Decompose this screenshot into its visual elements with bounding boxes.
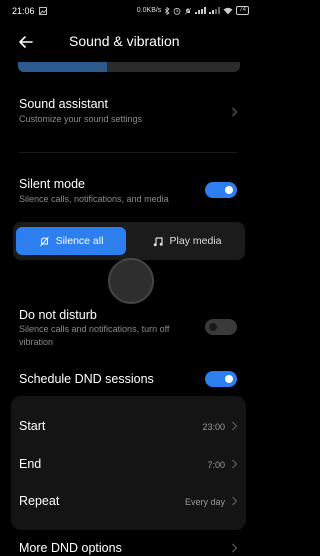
dnd-toggle[interactable] [205,319,237,335]
dnd-subtitle: Silence calls and notifications, turn of… [19,324,170,347]
silence-all-label: Silence all [55,235,104,247]
page-title: Sound & vibration [69,33,180,49]
silence-all-button[interactable]: Silence all [16,227,126,255]
silent-mode-title: Silent mode [19,177,86,191]
start-value: 23:00 [202,422,225,432]
chevron-right-icon [232,496,238,506]
music-note-icon [153,236,163,246]
divider [19,152,237,153]
repeat-label: Repeat [19,494,60,508]
status-time: 21:06 [12,6,35,16]
chevron-right-icon [232,459,238,469]
silent-icon [184,7,192,15]
play-media-button[interactable]: Play media [133,227,241,255]
end-label: End [19,457,42,471]
bluetooth-icon [165,6,170,15]
status-bar: 21:06 0.0KB/s 74 [0,0,257,22]
sound-assistant-subtitle: Customize your sound settings [19,114,143,124]
network-speed: 0.0KB/s [136,7,162,14]
end-value: 7:00 [207,460,225,470]
sound-assistant-title: Sound assistant [19,97,108,111]
chevron-right-icon [232,543,238,553]
chevron-right-icon [232,107,238,117]
volume-slider[interactable] [18,62,240,72]
bell-off-icon [39,236,49,246]
watermark-logo [108,258,154,304]
repeat-value: Every day [184,497,225,507]
chevron-right-icon [232,421,238,431]
signal-icon-2 [209,7,221,14]
battery-indicator: 74 [236,6,249,15]
dnd-title: Do not disturb [19,308,97,322]
silent-mode-toggle[interactable] [205,182,237,198]
back-arrow-icon[interactable] [16,32,36,52]
alarm-icon [173,7,181,15]
signal-icon [195,7,207,14]
app-header: Sound & vibration [0,30,257,54]
schedule-dnd-toggle[interactable] [205,371,237,387]
silent-mode-options: Silence all Play media [13,222,245,260]
schedule-dnd-title: Schedule DND sessions [19,372,154,386]
start-label: Start [19,419,46,433]
image-notification-icon [38,7,47,15]
volume-slider-fill [18,62,107,72]
more-dnd-options-label: More DND options [19,541,122,555]
play-media-label: Play media [169,235,222,247]
wifi-icon [223,7,233,14]
silent-mode-subtitle: Silence calls, notifications, and media [19,194,169,204]
